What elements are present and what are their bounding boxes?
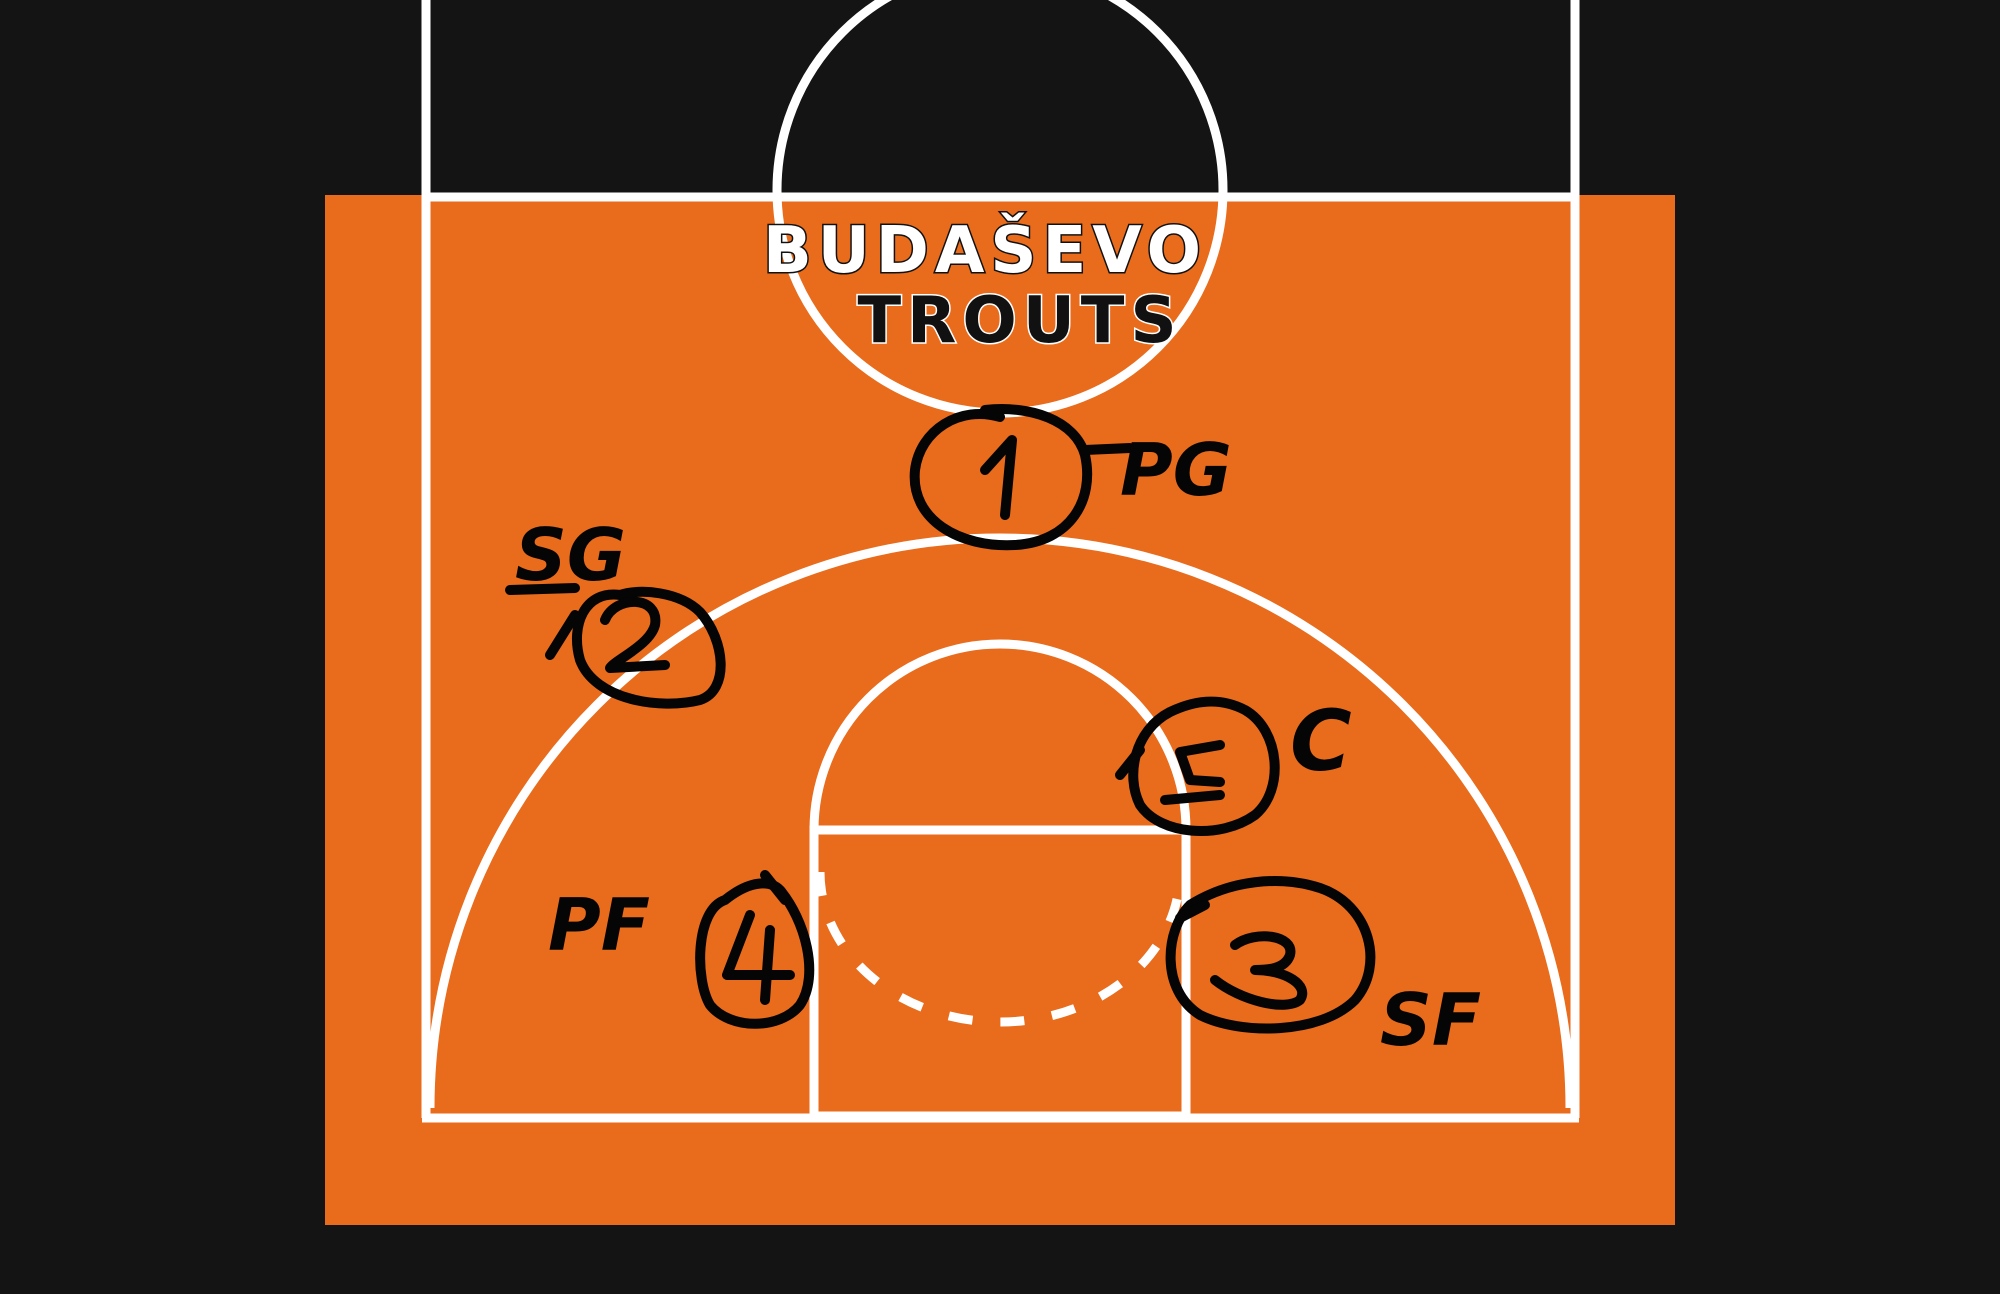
marker-label: SG bbox=[515, 513, 626, 597]
team-name-line2: TROUTS bbox=[857, 284, 1182, 358]
team-name-line1: BUDAŠEVO bbox=[763, 212, 1207, 288]
marker-label: PG bbox=[1120, 428, 1232, 512]
marker-label: PF bbox=[548, 883, 650, 967]
marker-label: SF bbox=[1380, 978, 1481, 1062]
marker-label: C bbox=[1290, 692, 1352, 790]
basketball-court-diagram: BUDAŠEVO TROUTS PG SG C PF SF bbox=[325, 0, 1675, 1225]
